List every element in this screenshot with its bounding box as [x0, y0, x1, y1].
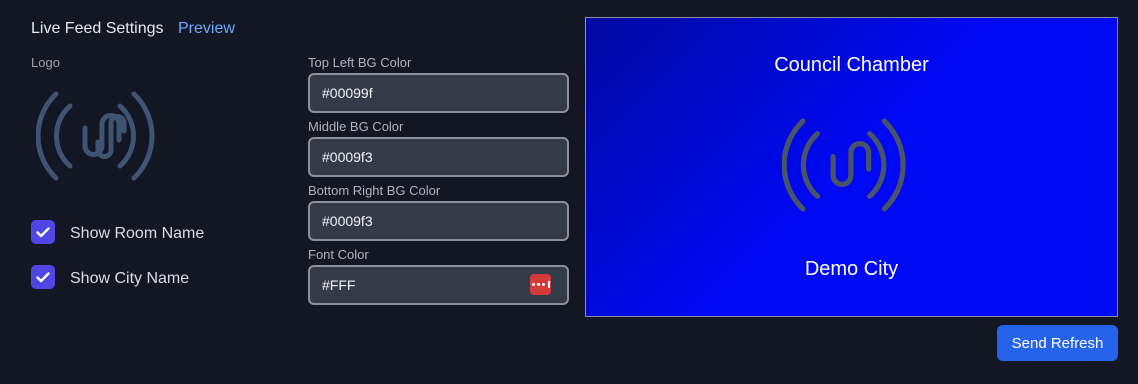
middle-color-input[interactable] [308, 137, 569, 177]
bottom-right-color-input[interactable] [308, 201, 569, 241]
page-title: Live Feed Settings [31, 20, 164, 37]
middle-color-label: Middle BG Color [308, 119, 404, 134]
preview-room-name: Council Chamber [774, 54, 929, 76]
live-feed-logo-icon [35, 91, 155, 181]
show-city-name-option[interactable]: Show City Name [31, 265, 189, 289]
live-feed-logo-icon [781, 118, 906, 212]
show-room-name-label: Show Room Name [70, 225, 205, 242]
show-room-name-checkbox[interactable] [31, 220, 55, 244]
top-left-color-input[interactable] [308, 73, 569, 113]
logo-label: Logo [31, 55, 60, 70]
live-feed-settings-page: Live Feed Settings Preview Logo Show Roo… [0, 0, 1138, 384]
live-feed-preview: Council Chamber Demo City [585, 17, 1118, 317]
send-refresh-button[interactable]: Send Refresh [997, 325, 1118, 361]
top-left-color-label: Top Left BG Color [308, 55, 412, 70]
checkmark-icon [36, 271, 50, 282]
show-room-name-option[interactable]: Show Room Name [31, 220, 204, 244]
preview-logo [781, 110, 924, 220]
preview-link[interactable]: Preview [178, 20, 235, 38]
password-manager-icon[interactable] [530, 274, 551, 295]
font-color-label: Font Color [308, 247, 369, 262]
checkmark-icon [36, 226, 50, 237]
logo-upload[interactable] [35, 84, 172, 188]
show-city-name-label: Show City Name [70, 270, 190, 287]
bottom-right-color-label: Bottom Right BG Color [308, 183, 441, 198]
preview-city-name: Demo City [804, 258, 899, 280]
show-city-name-checkbox[interactable] [31, 265, 55, 289]
